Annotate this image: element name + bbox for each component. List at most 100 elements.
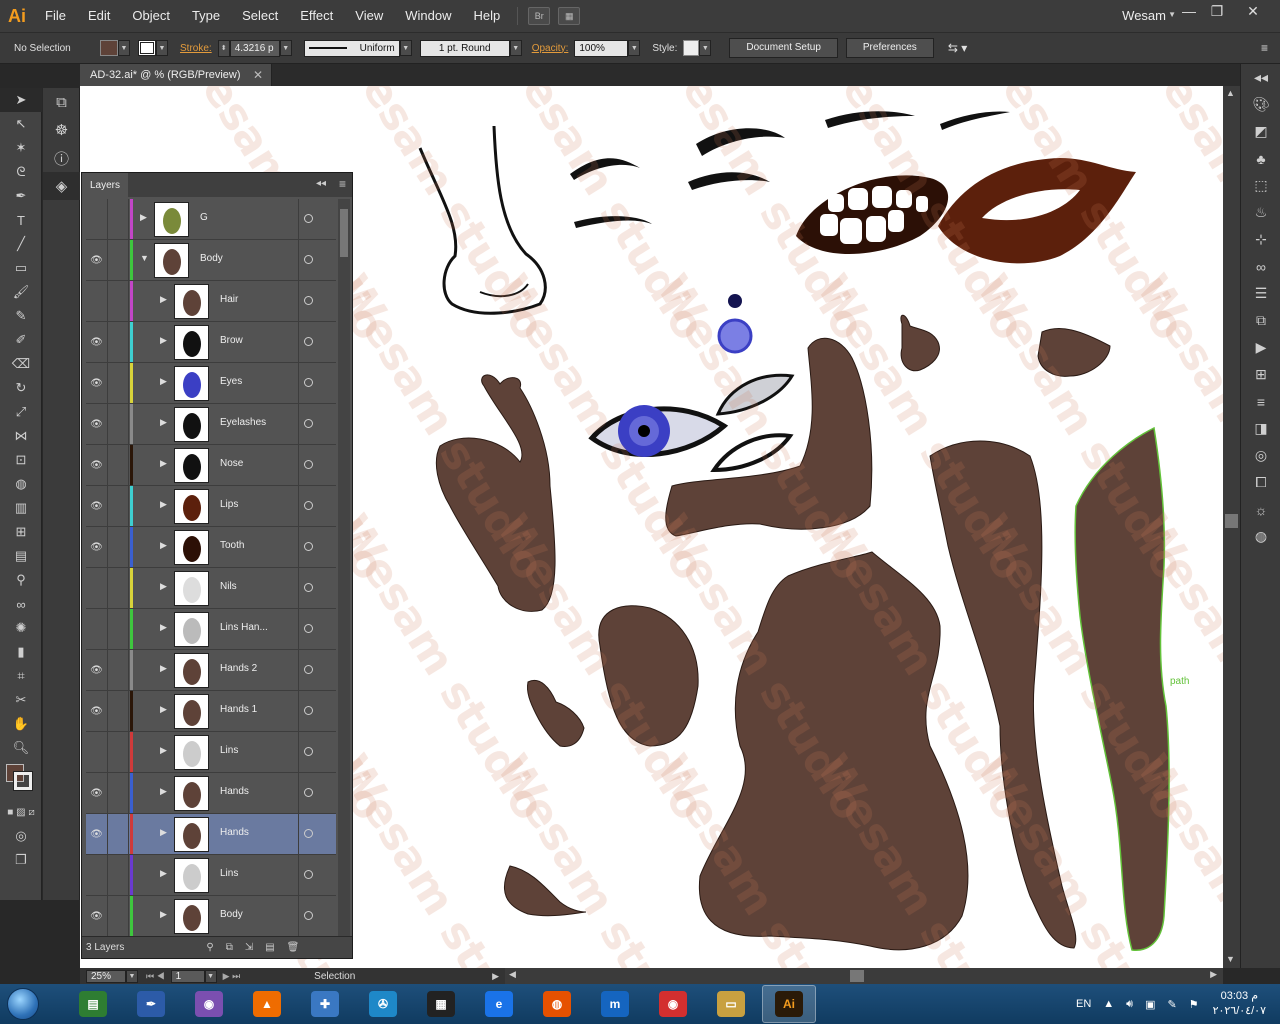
lock-toggle[interactable] <box>109 445 129 485</box>
visibility-eye-icon[interactable]: 👁︎ <box>86 322 108 362</box>
screen-mode-icon[interactable]: ❐ <box>0 848 42 872</box>
layer-name[interactable]: Brow <box>220 335 243 346</box>
column-graph-tool-icon[interactable]: ▮ <box>0 640 42 664</box>
eye-dot-dark[interactable] <box>728 294 742 308</box>
target-circle-icon[interactable] <box>304 419 313 428</box>
twirl-closed-icon[interactable]: ▶ <box>160 376 167 387</box>
hand-small-4[interactable] <box>503 865 587 917</box>
layer-row[interactable]: 👁︎ ▶ Body <box>86 896 336 937</box>
target-circle-icon[interactable] <box>304 665 313 674</box>
target-circle-icon[interactable] <box>304 460 313 469</box>
target-circle-icon[interactable] <box>304 542 313 551</box>
layer-row[interactable]: 👁︎ ▶ Hands <box>86 814 336 855</box>
scroll-right-icon[interactable]: ▶ <box>1210 969 1217 980</box>
navigator-panel-icon[interactable]: ◍ <box>1241 523 1280 550</box>
language-indicator[interactable]: EN <box>1076 998 1091 1010</box>
taskbar-app-explorer[interactable]: ▭ <box>704 985 758 1023</box>
fill-stroke-widget[interactable] <box>0 760 42 800</box>
lock-toggle[interactable] <box>109 281 129 321</box>
twirl-closed-icon[interactable]: ▶ <box>160 499 167 510</box>
layer-name[interactable]: Hands 2 <box>220 663 257 674</box>
preferences-button[interactable]: Preferences <box>845 38 934 58</box>
target-circle-icon[interactable] <box>304 255 313 264</box>
arrange-icon[interactable]: ⇆ ▾ <box>948 41 967 55</box>
visibility-eye-icon[interactable]: 👁︎ <box>86 691 108 731</box>
graphic-styles-icon[interactable]: ⊹ <box>1241 226 1280 253</box>
twirl-closed-icon[interactable]: ▶ <box>160 294 167 305</box>
eyelid-upper[interactable] <box>715 373 795 416</box>
twirl-closed-icon[interactable]: ▶ <box>160 909 167 920</box>
menu-help[interactable]: Help <box>462 0 511 32</box>
delete-layer-icon[interactable]: 🗑︎ <box>287 942 300 953</box>
zoom-dropdown[interactable]: ▼ <box>126 969 138 983</box>
stroke-stepper[interactable]: ⬍ <box>217 39 230 57</box>
visibility-eye-icon[interactable]: 👁︎ <box>86 445 108 485</box>
lock-toggle[interactable] <box>109 773 129 813</box>
taskbar-app-scanner[interactable]: ✚ <box>298 985 352 1023</box>
blend-tool-icon[interactable]: ∞ <box>0 592 42 616</box>
layer-row[interactable]: 👁︎ ▶ Nose <box>86 445 336 486</box>
collapse-panel-icon[interactable]: ◂◂ <box>316 178 326 189</box>
arrange-documents-icon[interactable]: ▦ <box>558 7 581 25</box>
brow-3[interactable] <box>696 128 785 156</box>
zoom-level-input[interactable]: 25% <box>86 969 126 983</box>
next-artboard-icon[interactable]: ▶ ⏭ <box>223 971 241 982</box>
brushes-panel-icon[interactable]: ⬚ <box>1241 172 1280 199</box>
opacity-dropdown[interactable]: ▼ <box>628 40 641 56</box>
action-center-icon[interactable]: ⚑ <box>1189 998 1199 1011</box>
hand-small-2[interactable] <box>1037 328 1111 377</box>
visibility-eye-icon[interactable]: 👁︎ <box>86 527 108 567</box>
minimize-icon[interactable]: — <box>1174 0 1204 22</box>
stroke-label[interactable]: Stroke: <box>180 43 212 54</box>
layer-row[interactable]: ▶ G <box>86 199 336 240</box>
twirl-closed-icon[interactable]: ▶ <box>160 704 167 715</box>
layer-name[interactable]: Nils <box>220 581 237 592</box>
menu-effect[interactable]: Effect <box>289 0 344 32</box>
layer-row[interactable]: ▶ Nils <box>86 568 336 609</box>
user-name[interactable]: Wesam <box>1122 8 1166 23</box>
slice-tool-icon[interactable]: ✂ <box>0 688 42 712</box>
scroll-up-icon[interactable]: ▲ <box>1226 88 1235 98</box>
lock-toggle[interactable] <box>109 650 129 690</box>
twirl-closed-icon[interactable]: ▶ <box>160 458 167 469</box>
taskbar-app-eye-app[interactable]: ◉ <box>182 985 236 1023</box>
scroll-down-icon[interactable]: ▼ <box>1226 954 1235 964</box>
layer-name[interactable]: Nose <box>220 458 243 469</box>
layer-row[interactable]: 👁︎ ▶ Hands 2 <box>86 650 336 691</box>
visibility-eye-icon[interactable]: 👁︎ <box>86 650 108 690</box>
graphic-style-swatch[interactable] <box>683 40 700 56</box>
taskbar-app-illustrator[interactable]: Ai <box>762 985 816 1023</box>
brow-2[interactable] <box>574 216 652 228</box>
direct-selection-tool-icon[interactable]: ↖ <box>0 112 42 136</box>
stroke-weight-dropdown[interactable]: ▼ <box>279 40 292 56</box>
draw-mode-icon[interactable]: ◎ <box>0 824 42 848</box>
visibility-eye-icon[interactable]: 👁︎ <box>86 814 108 854</box>
layer-row[interactable]: ▶ Lins <box>86 732 336 773</box>
eyelid-lower[interactable] <box>710 433 794 473</box>
artboard-tool-icon[interactable]: ⌗ <box>0 664 42 688</box>
opacity-label[interactable]: Opacity: <box>532 43 569 54</box>
twirl-closed-icon[interactable]: ▶ <box>160 663 167 674</box>
fill-color-swatch[interactable] <box>100 40 118 56</box>
transparency-panel-icon[interactable]: ◎ <box>1241 442 1280 469</box>
new-sublayer-icon[interactable]: ⇲ <box>245 942 253 953</box>
color-guide-icon[interactable]: ◩ <box>1241 118 1280 145</box>
taskbar-app-task-manager[interactable]: ▤ <box>66 985 120 1023</box>
target-circle-icon[interactable] <box>304 378 313 387</box>
layers-tab[interactable]: Layers <box>82 173 129 197</box>
expand-panels-icon[interactable]: ◂◂ <box>1241 64 1280 91</box>
target-circle-icon[interactable] <box>304 624 313 633</box>
shape-builder-tool-icon[interactable]: ◍ <box>0 472 42 496</box>
profile-dropdown[interactable]: ▼ <box>399 40 412 56</box>
artboards-panel-icon[interactable]: ⧠ <box>1241 469 1280 496</box>
twirl-open-icon[interactable]: ▼ <box>140 253 149 263</box>
layer-row[interactable]: ▶ Hair <box>86 281 336 322</box>
menu-view[interactable]: View <box>344 0 394 32</box>
actions-panel-icon[interactable]: ▶ <box>1241 334 1280 361</box>
target-circle-icon[interactable] <box>304 706 313 715</box>
taskbar-app-firefox[interactable]: ◍ <box>530 985 584 1023</box>
twirl-closed-icon[interactable]: ▶ <box>160 827 167 838</box>
hand-small-3[interactable] <box>527 680 585 747</box>
visibility-eye-icon[interactable] <box>86 732 108 772</box>
taskbar-app-edge[interactable]: e <box>472 985 526 1023</box>
